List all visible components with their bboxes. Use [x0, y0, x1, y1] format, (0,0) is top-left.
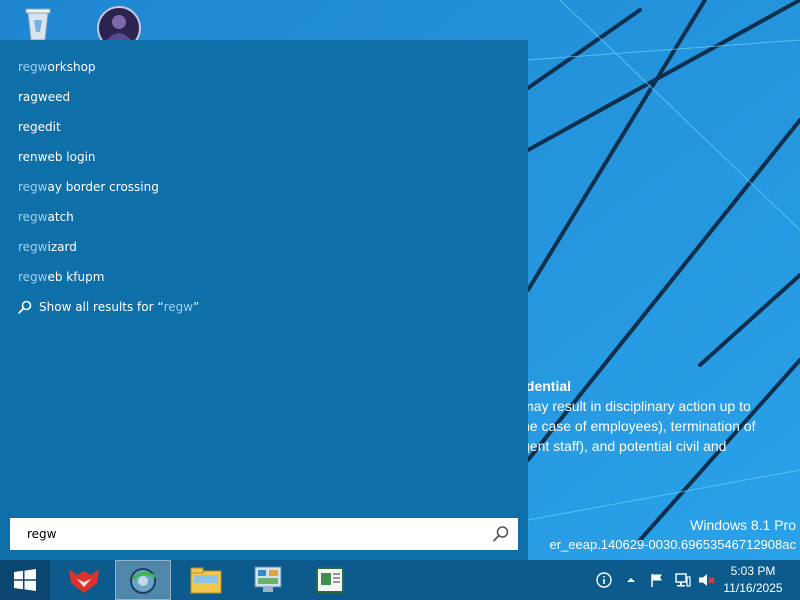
taskbar-app-button[interactable] [56, 560, 112, 600]
flag-icon [651, 574, 662, 587]
taskbar-app-button[interactable] [240, 560, 296, 600]
action-center-button[interactable] [646, 560, 668, 600]
search-icon[interactable] [492, 525, 510, 543]
search-suggestion[interactable]: regwatch [0, 202, 528, 232]
chevron-up-icon [627, 578, 635, 582]
suggestion-rest: renweb login [18, 150, 96, 164]
start-button[interactable] [0, 560, 50, 600]
taskbar-app-button[interactable] [302, 560, 358, 600]
red-fox-app-icon [69, 569, 99, 593]
taskbar-app-button[interactable] [115, 560, 171, 600]
search-input[interactable] [27, 520, 467, 548]
suggestion-rest: regedit [18, 120, 61, 134]
suggestion-match: regw [18, 240, 48, 254]
control-panel-icon [254, 566, 282, 592]
notice-line: gent staff), and potential civil and [522, 438, 727, 454]
windows-edition: Windows 8.1 Pro [690, 517, 796, 533]
suggestion-match: regw [18, 180, 48, 194]
recycle-bin-icon[interactable] [18, 6, 62, 42]
search-suggestion[interactable]: regworkshop [0, 52, 528, 82]
clock-time: 5:03 PM [730, 564, 776, 578]
windows-watermark: Windows 8.1 Pro er_eeap.140629-0030.6965… [549, 515, 796, 555]
suggestion-rest: atch [47, 210, 74, 224]
taskbar-clock[interactable]: 5:03 PM 11/16/2025 [718, 563, 788, 597]
suggestion-rest: eb kfupm [47, 270, 105, 284]
network-icon [675, 573, 691, 587]
show-all-query: regw [163, 300, 194, 314]
search-box [10, 518, 518, 550]
notice-line: may result in disciplinary action up to [522, 398, 751, 414]
clock-date: 11/16/2025 [723, 581, 783, 595]
user-avatar-icon[interactable] [97, 6, 141, 50]
search-suggestion[interactable]: regway border crossing [0, 172, 528, 202]
notice-line: he case of employees), termination of [522, 418, 756, 434]
notice-title: idential [522, 378, 572, 394]
windows-logo-icon [14, 569, 36, 591]
info-icon [596, 572, 612, 588]
show-all-suffix: ” [193, 300, 200, 314]
search-panel: regworkshop ragweed regedit renweb login… [0, 40, 528, 560]
show-all-results-link[interactable]: Show all results for “regw” [0, 292, 528, 322]
search-icon [18, 300, 32, 314]
suggestion-match: regw [18, 60, 48, 74]
desktop: idential may result in disciplinary acti… [0, 0, 800, 600]
suggestion-rest: izard [47, 240, 77, 254]
suggestion-match: regw [18, 270, 48, 284]
volume-muted-icon [699, 574, 715, 586]
search-suggestion[interactable]: regweb kfupm [0, 262, 528, 292]
volume-button[interactable] [696, 560, 718, 600]
search-suggestion[interactable]: ragweed [0, 82, 528, 112]
search-suggestions: regworkshop ragweed regedit renweb login… [0, 40, 528, 292]
network-button[interactable] [672, 560, 694, 600]
taskbar-app-button[interactable] [178, 560, 234, 600]
windows-build: er_eeap.140629-0030.69653546712908ac [549, 537, 796, 552]
suggestion-rest: ay border crossing [47, 180, 159, 194]
search-suggestion[interactable]: renweb login [0, 142, 528, 172]
search-suggestion[interactable]: regedit [0, 112, 528, 142]
suggestion-match: regw [18, 210, 48, 224]
taskbar: 5:03 PM 11/16/2025 [0, 560, 800, 600]
search-suggestion[interactable]: regwizard [0, 232, 528, 262]
suggestion-rest: ragweed [18, 90, 71, 104]
confidential-notice: idential may result in disciplinary acti… [522, 376, 800, 456]
document-app-icon [316, 567, 344, 593]
suggestion-rest: orkshop [47, 60, 96, 74]
info-tray-button[interactable] [594, 560, 614, 600]
show-hidden-icons-button[interactable] [622, 560, 640, 600]
globe-app-icon [130, 568, 156, 594]
show-all-prefix: Show all results for “ [39, 300, 164, 314]
file-explorer-icon [190, 567, 222, 594]
